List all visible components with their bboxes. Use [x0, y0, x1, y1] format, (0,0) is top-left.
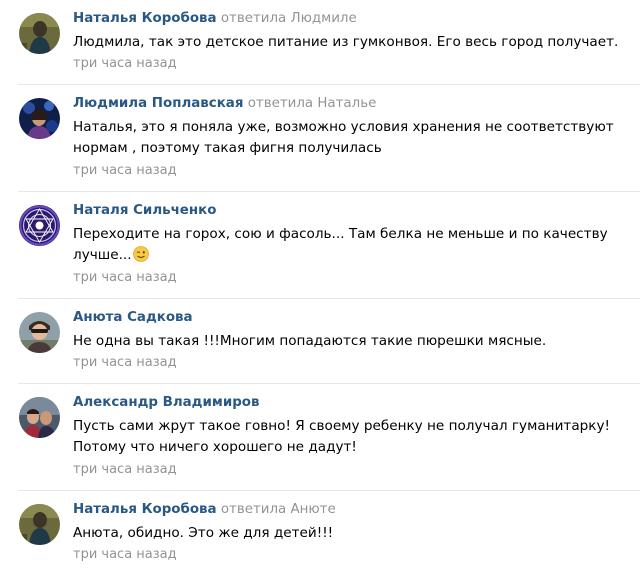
author-name[interactable]: Наталья Коробова [73, 11, 217, 26]
comment-timestamp[interactable]: три часа назад [73, 269, 177, 287]
reply-target-link[interactable]: Анюте [291, 502, 336, 517]
reply-target-link[interactable]: Людмиле [291, 11, 357, 26]
author-line: Наталья Коробова ответила Анюте [73, 501, 336, 519]
author-line: Наталя Сильченко [73, 202, 216, 220]
author-line: Людмила Поплавская ответила Наталье [73, 95, 376, 113]
comment-timestamp[interactable]: три часа назад [73, 162, 177, 180]
avatar-photo-icon [19, 504, 60, 545]
author-line: Анюта Садкова [73, 309, 193, 327]
comment-timestamp[interactable]: три часа назад [73, 354, 177, 372]
author-line: Александр Владимиров [73, 394, 259, 412]
avatar[interactable] [19, 205, 60, 246]
avatar[interactable] [19, 13, 60, 54]
author-name[interactable]: Анюта Садкова [73, 310, 193, 325]
comment-item: Людмила Поплавская ответила Наталье Ната… [0, 85, 640, 192]
comment-timestamp[interactable]: три часа назад [73, 55, 177, 73]
avatar-photo-icon [19, 397, 60, 438]
wink-emoji-icon [132, 246, 149, 262]
comment-item: Наталья Коробова ответила Анюте Анюта, о… [0, 491, 640, 579]
comment-text-content: Переходите на горох, сою и фасоль... Там… [73, 226, 608, 263]
reply-target-link[interactable]: Наталье [317, 96, 376, 111]
comment-text: Не одна вы такая !!!Многим попадаются та… [73, 333, 547, 349]
comment-item: Наталья Коробова ответила Людмиле Людмил… [0, 0, 640, 85]
author-name[interactable]: Александр Владимиров [73, 395, 259, 410]
comment-item: Анюта Садкова Не одна вы такая !!!Многим… [0, 299, 640, 384]
avatar[interactable] [19, 98, 60, 139]
comment-item: Александр Владимиров Пусть сами жрут так… [0, 384, 640, 491]
comments-list: Наталья Коробова ответила Людмиле Людмил… [0, 0, 640, 579]
comment-text: Людмила, так это детское питание из гумк… [73, 34, 619, 50]
avatar[interactable] [19, 312, 60, 353]
reply-word: ответила [220, 11, 287, 26]
reply-word: ответила [220, 502, 287, 517]
comment-timestamp[interactable]: три часа назад [73, 461, 177, 479]
comment-text: Пусть сами жрут такое говно! Я своему ре… [73, 418, 610, 455]
comment-text: Анюта, обидно. Это же для детей!!! [73, 525, 334, 541]
avatar-photo-icon [19, 312, 60, 353]
comment-timestamp[interactable]: три часа назад [73, 546, 177, 564]
comment-item: Наталя Сильченко Переходите на горох, со… [0, 192, 640, 299]
author-name[interactable]: Наталья Коробова [73, 502, 217, 517]
reply-word: ответила [247, 96, 314, 111]
author-line: Наталья Коробова ответила Людмиле [73, 10, 357, 28]
comment-text: Наталья, это я поняла уже, возможно усло… [73, 119, 614, 156]
avatar-photo-icon [19, 13, 60, 54]
author-name[interactable]: Наталя Сильченко [73, 203, 216, 218]
avatar[interactable] [19, 397, 60, 438]
author-name[interactable]: Людмила Поплавская [73, 96, 243, 111]
comment-text: Переходите на горох, сою и фасоль... Там… [73, 224, 633, 266]
avatar-photo-icon [19, 98, 60, 139]
avatar-mandala-icon [19, 205, 60, 246]
avatar[interactable] [19, 504, 60, 545]
